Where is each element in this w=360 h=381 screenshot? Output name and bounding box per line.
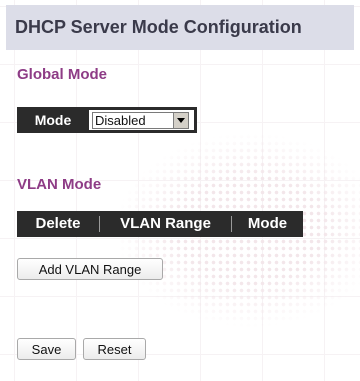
page-title-bar: DHCP Server Mode Configuration <box>6 5 354 50</box>
global-mode-heading: Global Mode <box>17 66 107 83</box>
column-header-delete: Delete <box>35 215 81 232</box>
mode-select-value: Disabled <box>95 112 146 128</box>
add-vlan-range-button[interactable]: Add VLAN Range <box>17 258 163 280</box>
page-title: DHCP Server Mode Configuration <box>15 17 302 37</box>
global-mode-table: Mode Disabled <box>17 107 197 133</box>
vlan-table-header: Delete VLAN Range Mode <box>17 211 303 237</box>
chevron-down-icon[interactable] <box>173 112 188 128</box>
vlan-mode-heading: VLAN Mode <box>17 176 102 193</box>
save-button[interactable]: Save <box>17 338 76 360</box>
mode-label: Mode <box>34 112 72 128</box>
reset-button[interactable]: Reset <box>83 338 146 360</box>
mode-cell: Disabled <box>89 110 194 130</box>
column-header-vlan-range: VLAN Range <box>99 216 231 232</box>
column-header-mode: Mode <box>231 216 303 232</box>
mode-select[interactable]: Disabled <box>92 111 189 129</box>
